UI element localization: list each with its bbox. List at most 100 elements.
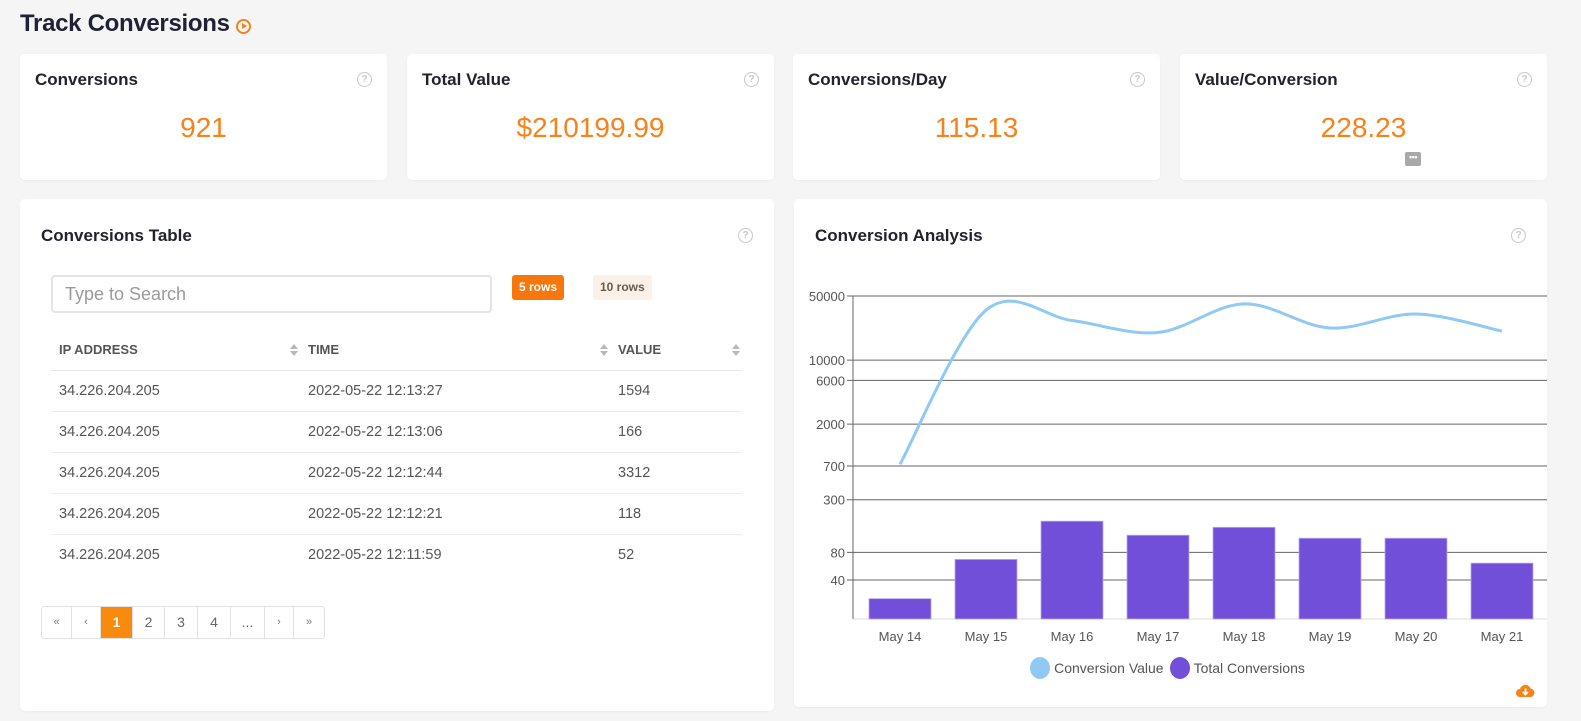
y-tick-label: 40 bbox=[831, 573, 845, 588]
stat-card-value-per-conversion: Value/Conversion ? 228.23 ••• bbox=[1180, 54, 1547, 180]
stat-title: Conversions/Day bbox=[808, 70, 947, 89]
x-tick-label: May 18 bbox=[1223, 629, 1266, 644]
cell-time: 2022-05-22 12:13:27 bbox=[300, 370, 610, 412]
x-tick-label: May 15 bbox=[965, 629, 1008, 644]
rows-10-button[interactable]: 10 rows bbox=[593, 275, 652, 300]
pagination-first[interactable]: « bbox=[42, 607, 72, 638]
cell-value: 1594 bbox=[610, 370, 742, 412]
bar-total-conversions bbox=[1384, 537, 1448, 620]
cell-value: 3312 bbox=[610, 452, 742, 494]
help-icon[interactable]: ? bbox=[1517, 72, 1532, 87]
help-icon[interactable]: ? bbox=[357, 72, 372, 87]
cell-value: 52 bbox=[618, 546, 635, 563]
stat-title: Conversions bbox=[35, 70, 138, 89]
conversion-chart: 50000 10000 6000 2000 700 300 80 40 May 14 May 15… bbox=[809, 289, 1547, 644]
bar-total-conversions bbox=[1298, 537, 1362, 620]
legend-item-total-conversions[interactable]: Total Conversions bbox=[1169, 657, 1305, 679]
cell-time: 2022-05-22 12:11:59 bbox=[308, 546, 442, 563]
stat-value: 228.23 bbox=[1320, 112, 1407, 143]
cell-ip-address: 34.226.204.205 bbox=[51, 370, 300, 412]
bar-total-conversions bbox=[1040, 520, 1104, 620]
cell-ip-address: 34.226.204.205 bbox=[51, 452, 300, 494]
column-header-label: IP ADDRESS bbox=[59, 342, 138, 358]
pagination-last[interactable]: » bbox=[294, 607, 324, 638]
pagination-page-1[interactable]: 1 bbox=[101, 607, 133, 638]
table-row: 34.226.204.205 2022-05-22 12:12:21 118 bbox=[51, 493, 742, 535]
y-tick-label: 10000 bbox=[809, 353, 845, 368]
column-header-ip-address[interactable]: IP ADDRESS bbox=[51, 330, 300, 371]
bar-total-conversions bbox=[868, 598, 932, 620]
conversions-table: IP ADDRESS TIME VALUE 34.226.204.205 202… bbox=[51, 330, 742, 575]
cell-ip-address: 34.226.204.205 bbox=[59, 546, 160, 563]
stat-value: 115.13 bbox=[934, 112, 1019, 143]
sort-icon[interactable] bbox=[600, 344, 608, 356]
stat-title: Total Value bbox=[422, 70, 511, 89]
panel-title: Conversions Table bbox=[41, 226, 192, 245]
help-icon[interactable]: ? bbox=[744, 72, 759, 87]
pagination: « ‹ 1 2 3 4 ... › » bbox=[41, 606, 325, 639]
stat-card-conversions-per-day: Conversions/Day ? 115.13 bbox=[793, 54, 1160, 180]
bar-total-conversions bbox=[954, 559, 1018, 620]
conversions-table-panel: Conversions Table ? 5 rows 10 rows IP AD… bbox=[20, 199, 774, 711]
legend-item-conversion-value[interactable]: Conversion Value bbox=[1030, 657, 1164, 679]
table-row: 34.226.204.205 2022-05-22 12:11:59 52 bbox=[51, 534, 742, 575]
x-tick-label: May 16 bbox=[1051, 629, 1094, 644]
pagination-page-2[interactable]: 2 bbox=[133, 607, 165, 638]
cell-time: 2022-05-22 12:12:21 bbox=[300, 493, 610, 535]
table-row: 34.226.204.205 2022-05-22 12:13:27 1594 bbox=[51, 370, 742, 412]
column-header-label: VALUE bbox=[618, 342, 662, 358]
legend-label: Total Conversions bbox=[1193, 660, 1305, 676]
cell-value: 166 bbox=[610, 411, 742, 453]
cell-time: 2022-05-22 12:12:44 bbox=[300, 452, 610, 494]
pagination-page-3[interactable]: 3 bbox=[165, 607, 198, 638]
chart-legend: Conversion Value Total Conversions bbox=[794, 657, 1547, 679]
legend-swatch-icon bbox=[1030, 657, 1051, 679]
legend-swatch-icon bbox=[1169, 657, 1190, 679]
x-tick-label: May 17 bbox=[1137, 629, 1180, 644]
stat-value: $210199.99 bbox=[516, 112, 665, 143]
conversion-analysis-panel: Conversion Analysis ? 50000 10000 6000 2000… bbox=[794, 199, 1547, 707]
x-tick-label: May 21 bbox=[1481, 629, 1524, 644]
pagination-ellipsis[interactable]: ... bbox=[231, 607, 265, 638]
rows-5-button[interactable]: 5 rows bbox=[512, 275, 565, 300]
table-row: 34.226.204.205 2022-05-22 12:12:44 3312 bbox=[51, 452, 742, 494]
line-conversion-value bbox=[898, 299, 1503, 466]
sort-icon[interactable] bbox=[290, 344, 298, 356]
x-tick-label: May 20 bbox=[1395, 629, 1438, 644]
play-circle-icon[interactable] bbox=[235, 18, 251, 34]
table-row: 34.226.204.205 2022-05-22 12:13:06 166 bbox=[51, 411, 742, 453]
page-title-text: Track Conversions bbox=[20, 10, 230, 37]
column-header-time[interactable]: TIME bbox=[300, 330, 610, 371]
y-tick-label: 50000 bbox=[809, 289, 845, 304]
download-cloud-icon[interactable] bbox=[1516, 684, 1535, 697]
x-tick-label: May 19 bbox=[1309, 629, 1352, 644]
stat-title: Value/Conversion bbox=[1195, 70, 1338, 89]
pagination-prev[interactable]: ‹ bbox=[72, 607, 101, 638]
pagination-next[interactable]: › bbox=[265, 607, 294, 638]
y-tick-label: 700 bbox=[823, 459, 845, 474]
bar-total-conversions bbox=[1126, 534, 1190, 620]
bar-total-conversions bbox=[1470, 562, 1534, 620]
stat-card-conversions: Conversions ? 921 bbox=[20, 54, 387, 180]
help-icon[interactable]: ? bbox=[1130, 72, 1145, 87]
bar-total-conversions bbox=[1212, 526, 1276, 620]
cell-ip-address: 34.226.204.205 bbox=[51, 411, 300, 453]
cell-value: 118 bbox=[610, 493, 742, 535]
y-tick-label: 2000 bbox=[816, 417, 845, 432]
more-options-icon[interactable]: ••• bbox=[1405, 152, 1421, 166]
table-header-row: IP ADDRESS TIME VALUE bbox=[51, 330, 742, 371]
help-icon[interactable]: ? bbox=[738, 228, 753, 243]
cell-ip-address: 34.226.204.205 bbox=[51, 493, 300, 535]
page-title: Track Conversions bbox=[20, 10, 251, 38]
y-tick-label: 300 bbox=[823, 493, 845, 508]
pagination-page-4[interactable]: 4 bbox=[198, 607, 231, 638]
stat-card-total-value: Total Value ? $210199.99 bbox=[407, 54, 774, 180]
column-header-value[interactable]: VALUE bbox=[610, 330, 742, 371]
legend-label: Conversion Value bbox=[1054, 660, 1164, 676]
y-tick-label: 80 bbox=[831, 545, 845, 560]
x-tick-label: May 14 bbox=[879, 629, 922, 644]
sort-icon[interactable] bbox=[732, 344, 740, 356]
search-input[interactable] bbox=[51, 275, 492, 313]
y-tick-label: 6000 bbox=[816, 373, 845, 388]
column-header-label: TIME bbox=[308, 342, 340, 358]
